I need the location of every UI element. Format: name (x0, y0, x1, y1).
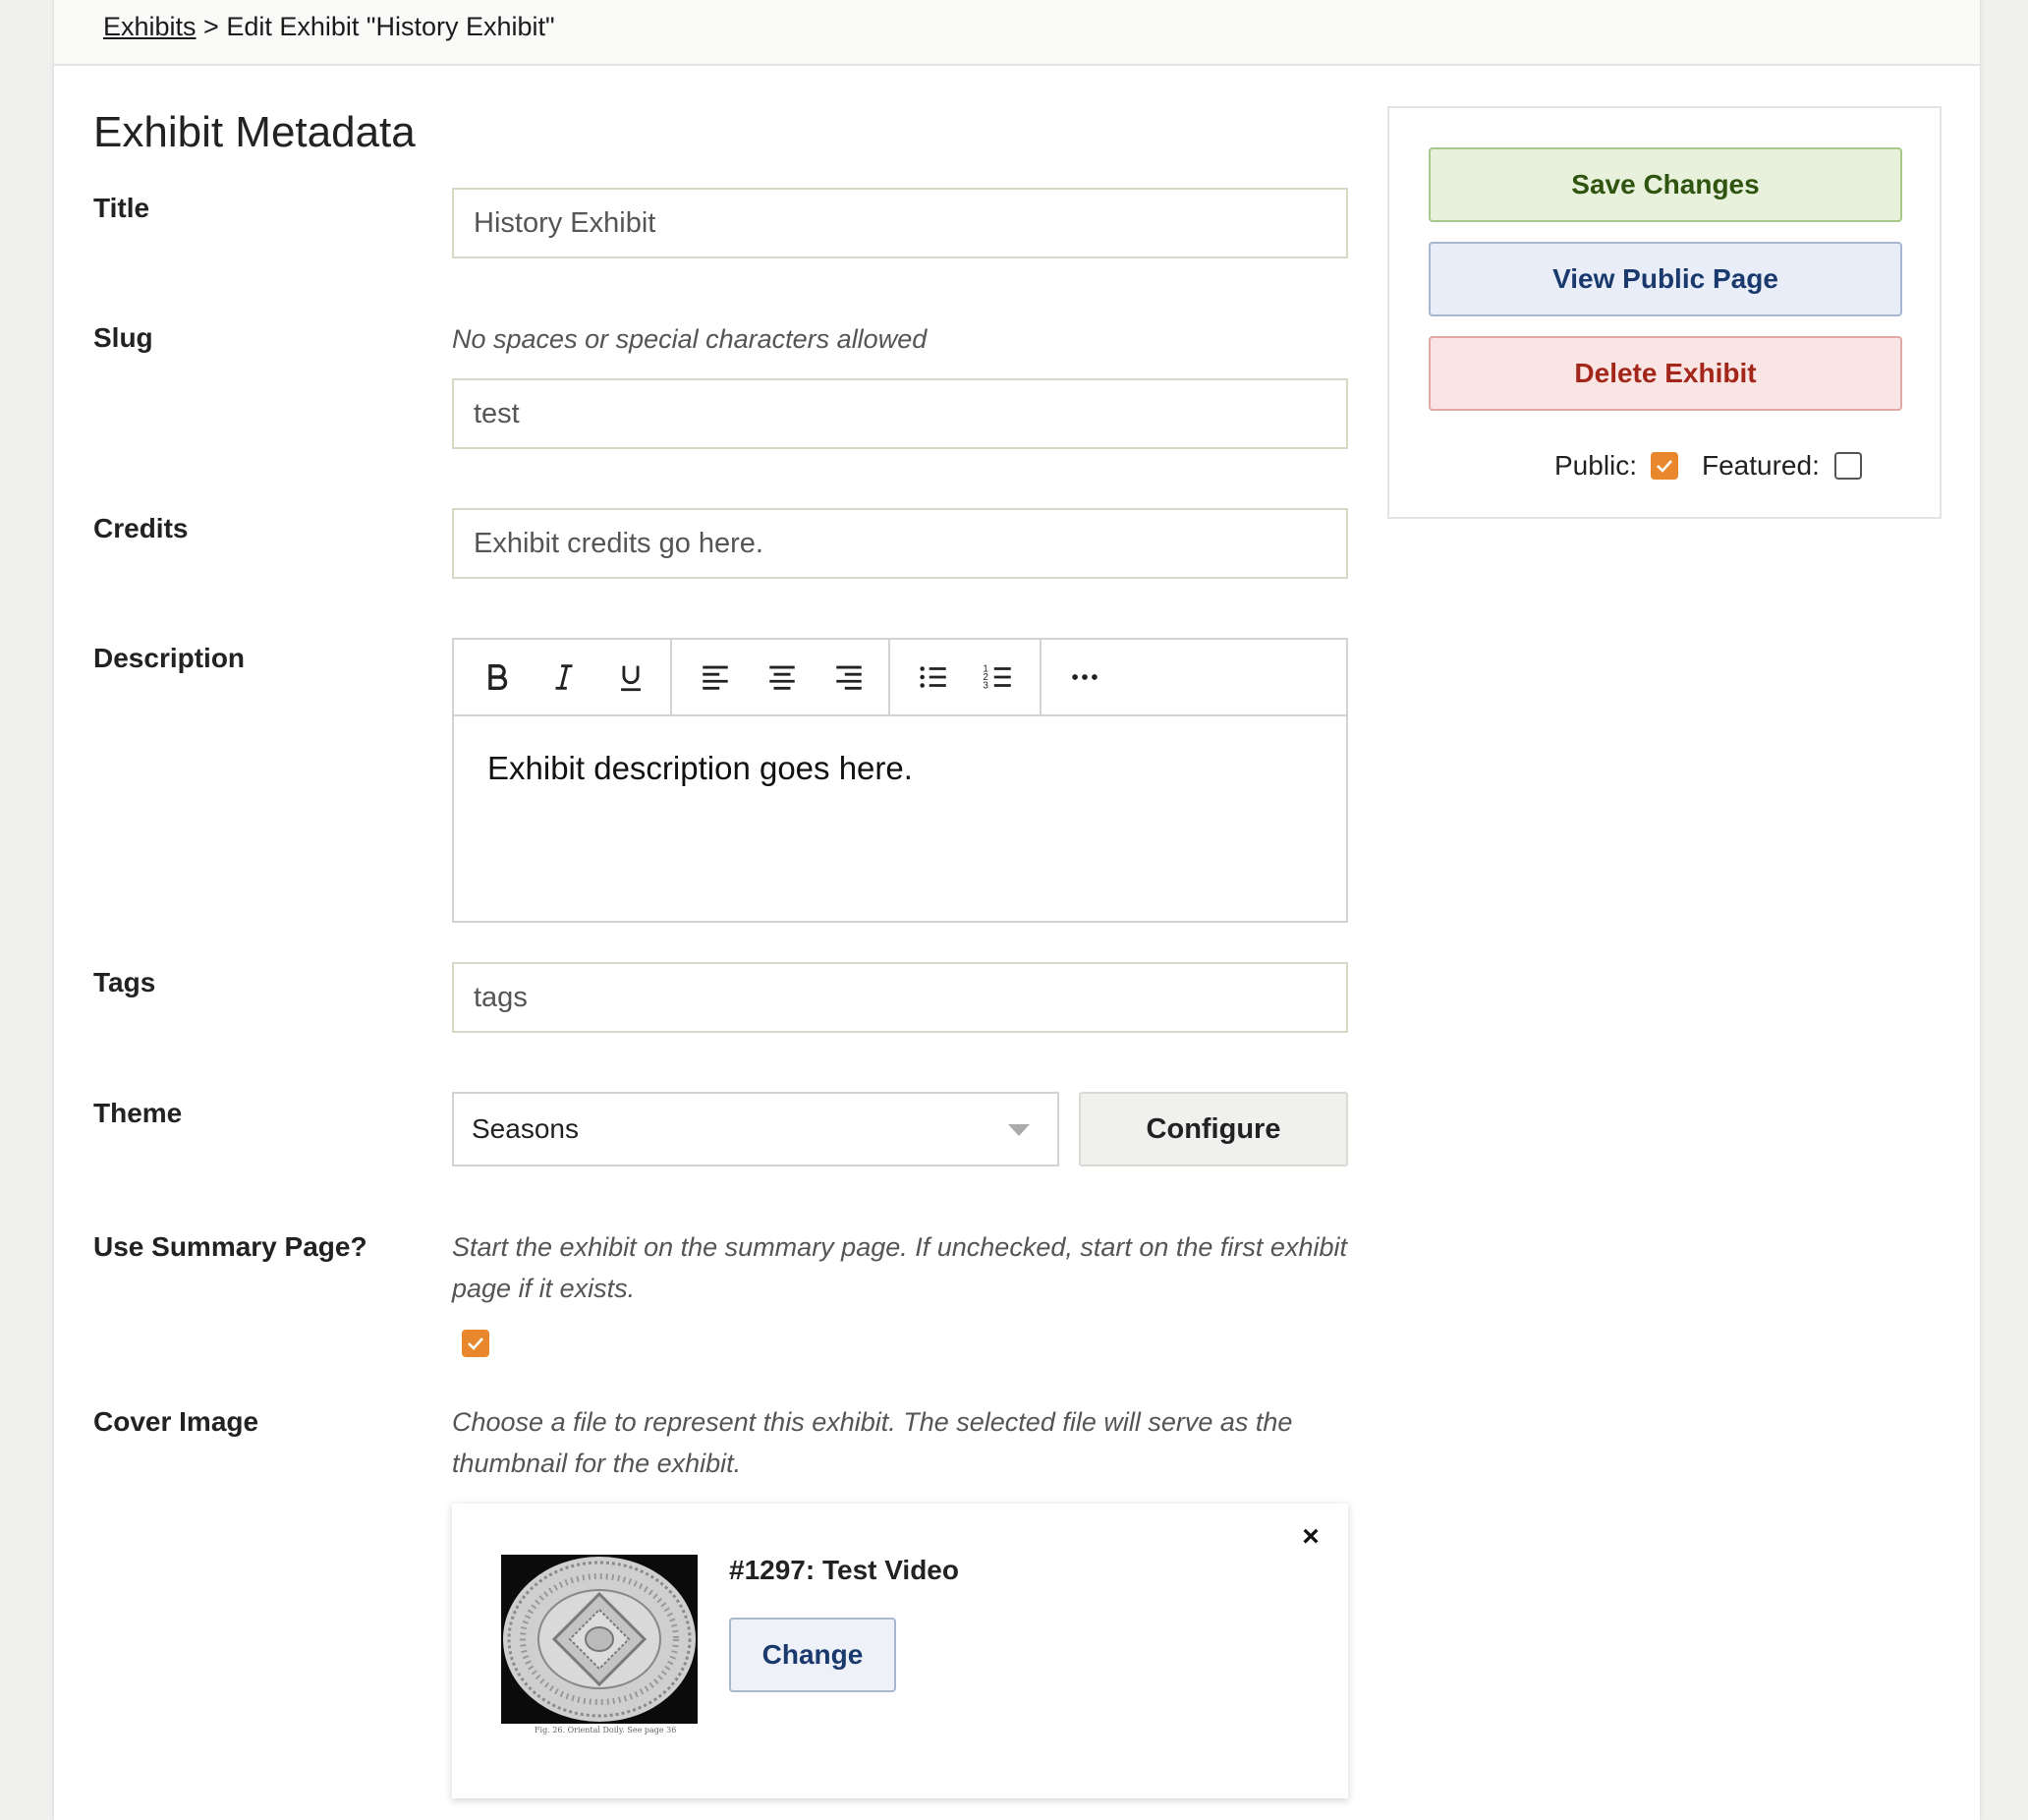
description-editor-body[interactable]: Exhibit description goes here. (487, 750, 913, 787)
public-checkbox[interactable] (1651, 452, 1678, 480)
featured-label: Featured: (1702, 450, 1820, 481)
actions-panel: Save Changes View Public Page Delete Exh… (1387, 106, 1942, 519)
slug-hint: No spaces or special characters allowed (452, 324, 928, 354)
credits-label: Credits (93, 513, 189, 543)
align-center-icon[interactable] (760, 655, 804, 699)
bold-icon[interactable] (476, 655, 519, 699)
page: Exhibits > Edit Exhibit "History Exhibit… (54, 0, 1980, 1820)
slug-label: Slug (93, 322, 153, 353)
italic-icon[interactable] (542, 655, 586, 699)
tags-label: Tags (93, 967, 156, 997)
tags-input[interactable]: tags (452, 962, 1348, 1033)
check-icon (1657, 460, 1672, 473)
more-icon[interactable] (1063, 655, 1106, 699)
theme-select[interactable]: Seasons (452, 1092, 1059, 1166)
theme-label: Theme (93, 1098, 183, 1128)
cover-image-card: Fig. 26. Oriental Doily. See page 36 #12… (452, 1504, 1348, 1798)
cover-label: Cover Image (93, 1406, 259, 1437)
breadcrumb-bar: Exhibits > Edit Exhibit "History Exhibit… (54, 0, 1980, 66)
close-icon[interactable]: × (1295, 1521, 1326, 1553)
toolbar-group-align (672, 640, 890, 714)
align-right-icon[interactable] (827, 655, 871, 699)
svg-text:3: 3 (983, 680, 988, 691)
title-input[interactable]: History Exhibit (452, 188, 1348, 258)
toolbar-group-format (454, 640, 672, 714)
title-label: Title (93, 193, 150, 223)
description-editor: 123 Exhibit description goes here. (452, 638, 1348, 923)
breadcrumb-separator: > (196, 12, 227, 41)
breadcrumb-current: Edit Exhibit "History Exhibit" (226, 12, 555, 41)
description-label: Description (93, 643, 246, 673)
view-public-page-button[interactable]: View Public Page (1429, 242, 1902, 316)
summary-hint: Start the exhibit on the summary page. I… (452, 1232, 1347, 1303)
theme-select-value: Seasons (472, 1113, 579, 1144)
cover-file-title: #1297: Test Video (729, 1555, 959, 1585)
thumbnail-caption: Fig. 26. Oriental Doily. See page 36 (535, 1726, 677, 1735)
featured-checkbox[interactable] (1834, 452, 1862, 480)
summary-checkbox[interactable] (462, 1330, 489, 1357)
numbered-list-icon[interactable]: 123 (977, 655, 1020, 699)
doily-image (501, 1555, 698, 1724)
public-label: Public: (1554, 450, 1638, 481)
cover-thumbnail: Fig. 26. Oriental Doily. See page 36 (501, 1555, 698, 1747)
editor-toolbar: 123 (454, 640, 1346, 716)
check-icon (468, 1337, 483, 1350)
summary-label: Use Summary Page? (93, 1231, 367, 1262)
align-left-icon[interactable] (694, 655, 737, 699)
bullet-list-icon[interactable] (912, 655, 955, 699)
section-title: Exhibit Metadata (93, 108, 416, 156)
cover-hint: Choose a file to represent this exhibit.… (452, 1407, 1293, 1478)
breadcrumb: Exhibits > Edit Exhibit "History Exhibit… (103, 12, 555, 42)
breadcrumb-link-exhibits[interactable]: Exhibits (103, 12, 197, 41)
delete-exhibit-button[interactable]: Delete Exhibit (1429, 336, 1902, 411)
save-changes-button[interactable]: Save Changes (1429, 147, 1902, 222)
toolbar-group-lists: 123 (890, 640, 1042, 714)
change-cover-button[interactable]: Change (729, 1618, 896, 1692)
configure-button[interactable]: Configure (1079, 1092, 1348, 1166)
credits-input[interactable]: Exhibit credits go here. (452, 508, 1348, 579)
chevron-down-icon (1008, 1124, 1030, 1136)
slug-input[interactable]: test (452, 378, 1348, 449)
underline-icon[interactable] (609, 655, 652, 699)
